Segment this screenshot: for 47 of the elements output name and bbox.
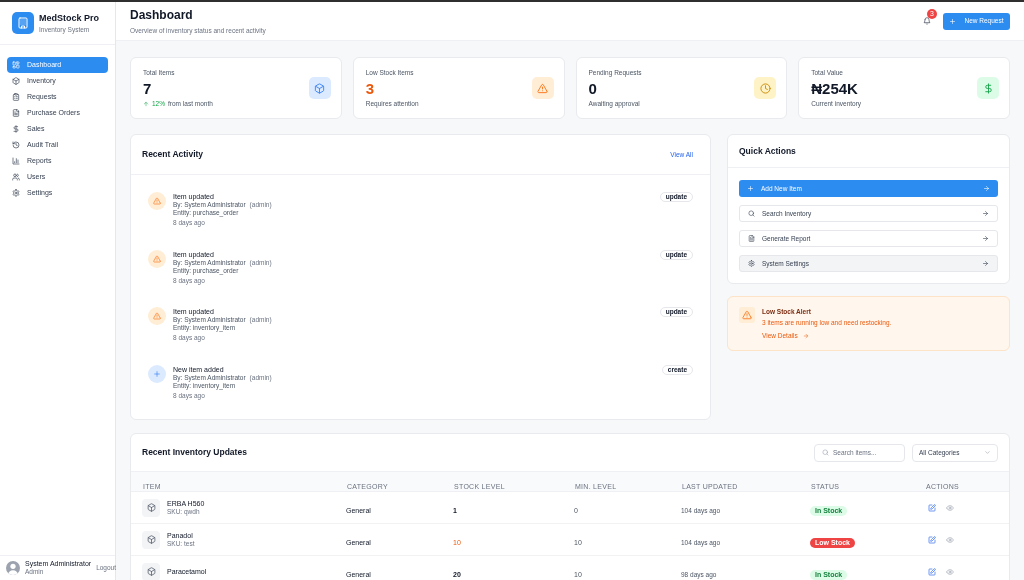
users-icon [12, 173, 20, 181]
warning-icon [739, 307, 755, 323]
stat-value: 3 [365, 79, 376, 98]
document-icon [748, 235, 755, 242]
chevron-down-icon [984, 449, 991, 456]
eye-icon[interactable] [946, 567, 954, 576]
card-title: Recent Inventory Updates [142, 446, 247, 459]
arrow-right-icon [982, 210, 989, 217]
edit-icon[interactable] [928, 567, 936, 576]
eye-icon[interactable] [946, 535, 954, 544]
building-icon [12, 12, 34, 34]
edit-icon[interactable] [928, 535, 936, 544]
card-title: Recent Activity [142, 148, 204, 161]
warning-icon [148, 249, 166, 268]
user-avatar-icon [6, 561, 20, 575]
arrow-up-icon [143, 100, 149, 107]
arrow-right-icon [982, 260, 989, 267]
stat-value: ₦254K [811, 79, 859, 98]
dashboard-grid-icon [12, 61, 20, 69]
box-icon [142, 530, 160, 549]
search-icon [748, 210, 755, 217]
card-title: Quick Actions [739, 144, 796, 158]
plus-icon [148, 364, 166, 383]
edit-icon[interactable] [928, 503, 936, 512]
page-title: Dashboard [130, 7, 194, 22]
arrow-right-icon [982, 235, 989, 242]
warning-icon [148, 192, 166, 210]
settings-icon [748, 260, 755, 267]
bell-icon[interactable] [923, 17, 931, 25]
app-name: MedStock Pro [39, 12, 99, 24]
warning-icon [148, 307, 166, 326]
document-icon [12, 109, 20, 117]
plus-icon [747, 185, 754, 192]
stat-value: 7 [143, 79, 153, 98]
stat-value: 0 [588, 79, 598, 98]
box-icon [12, 77, 20, 85]
bar-chart-icon [12, 157, 20, 165]
eye-icon[interactable] [946, 503, 954, 512]
arrow-right-icon [983, 185, 990, 192]
search-icon [822, 449, 829, 456]
history-icon [12, 141, 20, 149]
dollar-icon [12, 125, 20, 133]
box-icon [142, 498, 160, 517]
clipboard-icon [12, 93, 20, 101]
settings-icon [12, 189, 20, 197]
arrow-right-icon [802, 333, 809, 339]
plus-icon [949, 17, 957, 25]
